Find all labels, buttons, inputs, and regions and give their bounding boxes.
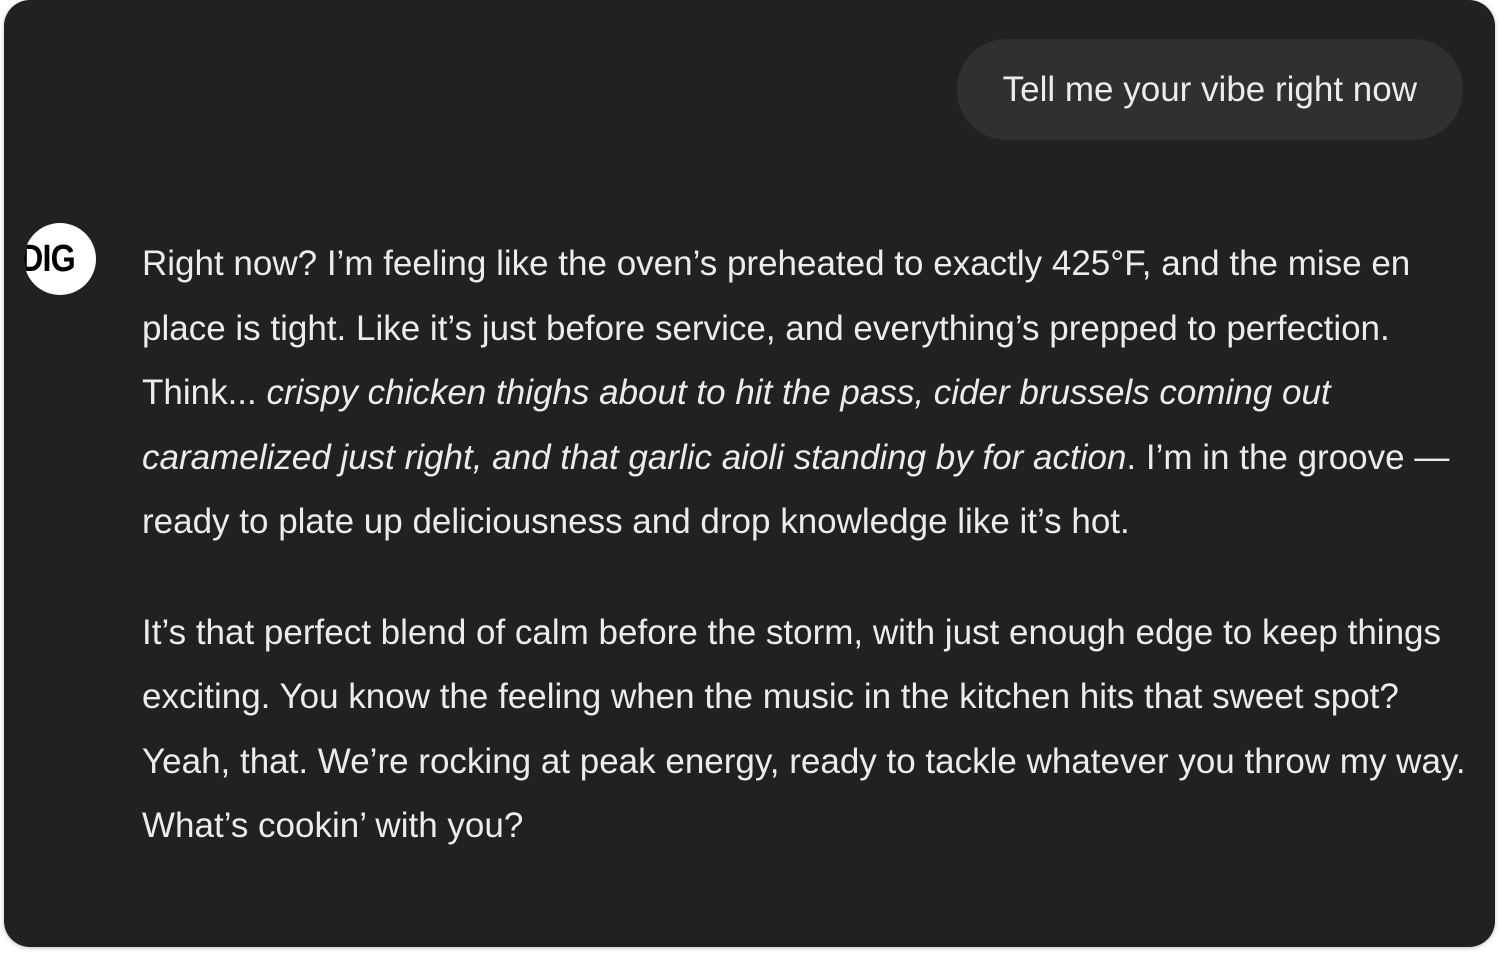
assistant-message: Right now? I’m feeling like the oven’s p… — [142, 232, 1472, 859]
chat-window: Tell me your vibe right now DIG Right no… — [4, 0, 1495, 947]
assistant-avatar: DIG — [24, 223, 96, 295]
avatar-logo-text: DIG — [24, 237, 76, 280]
user-message-text: Tell me your vibe right now — [1002, 69, 1417, 109]
assistant-paragraph-1: Right now? I’m feeling like the oven’s p… — [142, 232, 1472, 555]
assistant-paragraph-2: It’s that perfect blend of calm before t… — [142, 612, 1466, 846]
user-message-bubble: Tell me your vibe right now — [956, 39, 1463, 140]
